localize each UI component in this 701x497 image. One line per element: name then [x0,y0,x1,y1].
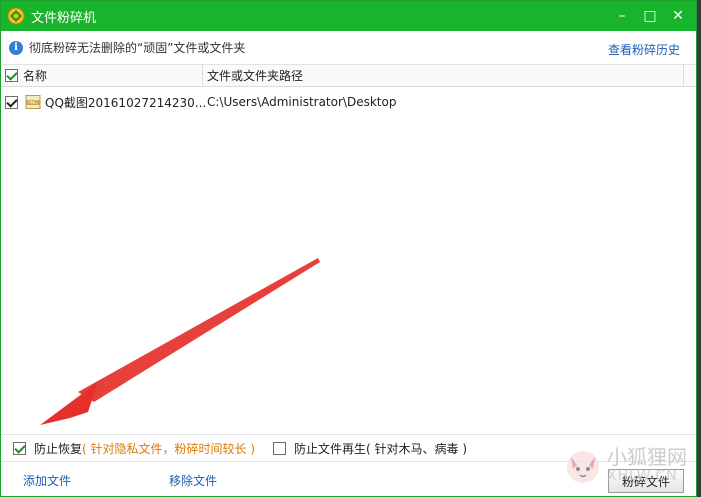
window-edge [697,0,701,497]
prevent-recovery-checkbox[interactable] [13,441,26,455]
prevent-regen-checkbox[interactable] [273,441,287,455]
info-bar: i 彻底粉碎无法删除的“顽固”文件或文件夹 查看粉碎历史 [1,31,696,65]
prevent-regen-note: ( 针对木马、病毒 ) [366,441,468,456]
options-bar: 防止恢复 ( 针对隐私文件，粉碎时间较长 ) 防止文件再生 ( 针对木马、病毒 … [1,434,696,462]
row-check-cell [1,95,21,109]
select-all-cell [1,69,21,82]
table-row[interactable]: PNG QQ截图20161027214230.... C:\Users\Admi… [1,88,696,116]
table-header: 名称 文件或文件夹路径 [1,65,696,87]
info-text: 彻底粉碎无法删除的“顽固”文件或文件夹 [29,41,246,55]
file-name: QQ截图20161027214230.... [45,95,205,110]
remove-file-link[interactable]: 移除文件 [169,472,217,489]
info-icon: i [9,40,23,55]
close-button[interactable]: ✕ [664,4,692,28]
file-shredder-window: 文件粉碎机 – □ ✕ i 彻底粉碎无法删除的“顽固”文件或文件夹 查看粉碎历史… [0,0,697,497]
view-history-link[interactable]: 查看粉碎历史 [608,41,680,58]
maximize-button[interactable]: □ [636,4,664,28]
column-header-name[interactable]: 名称 [21,65,203,86]
prevent-regen-label: 防止文件再生 [294,441,367,456]
window-controls: – □ ✕ [608,1,692,31]
prevent-recovery-note: ( 针对隐私文件，粉碎时间较长 ) [82,441,256,456]
svg-text:PNG: PNG [28,100,38,106]
window-title: 文件粉碎机 [31,10,97,26]
column-header-path[interactable]: 文件或文件夹路径 [203,65,684,86]
prevent-recovery-option[interactable]: 防止恢复 ( 针对隐私文件，粉碎时间较长 ) [1,440,255,457]
row-checkbox[interactable] [4,95,18,109]
prevent-recovery-label: 防止恢复 [34,441,83,456]
png-file-icon: PNG [25,95,41,109]
file-list: PNG QQ截图20161027214230.... C:\Users\Admi… [1,88,696,434]
prevent-regen-option[interactable]: 防止文件再生 ( 针对木马、病毒 ) [261,440,467,457]
add-file-link[interactable]: 添加文件 [23,472,71,489]
select-all-checkbox[interactable] [4,69,18,82]
shred-file-button[interactable]: 粉碎文件 [608,469,684,493]
footer-bar: 添加文件 移除文件 粉碎文件 [1,463,696,497]
title-bar[interactable]: 文件粉碎机 – □ ✕ [1,1,696,31]
shredder-app-icon [7,7,25,25]
file-path: C:\Users\Administrator\Desktop [207,95,397,109]
minimize-button[interactable]: – [608,4,636,28]
